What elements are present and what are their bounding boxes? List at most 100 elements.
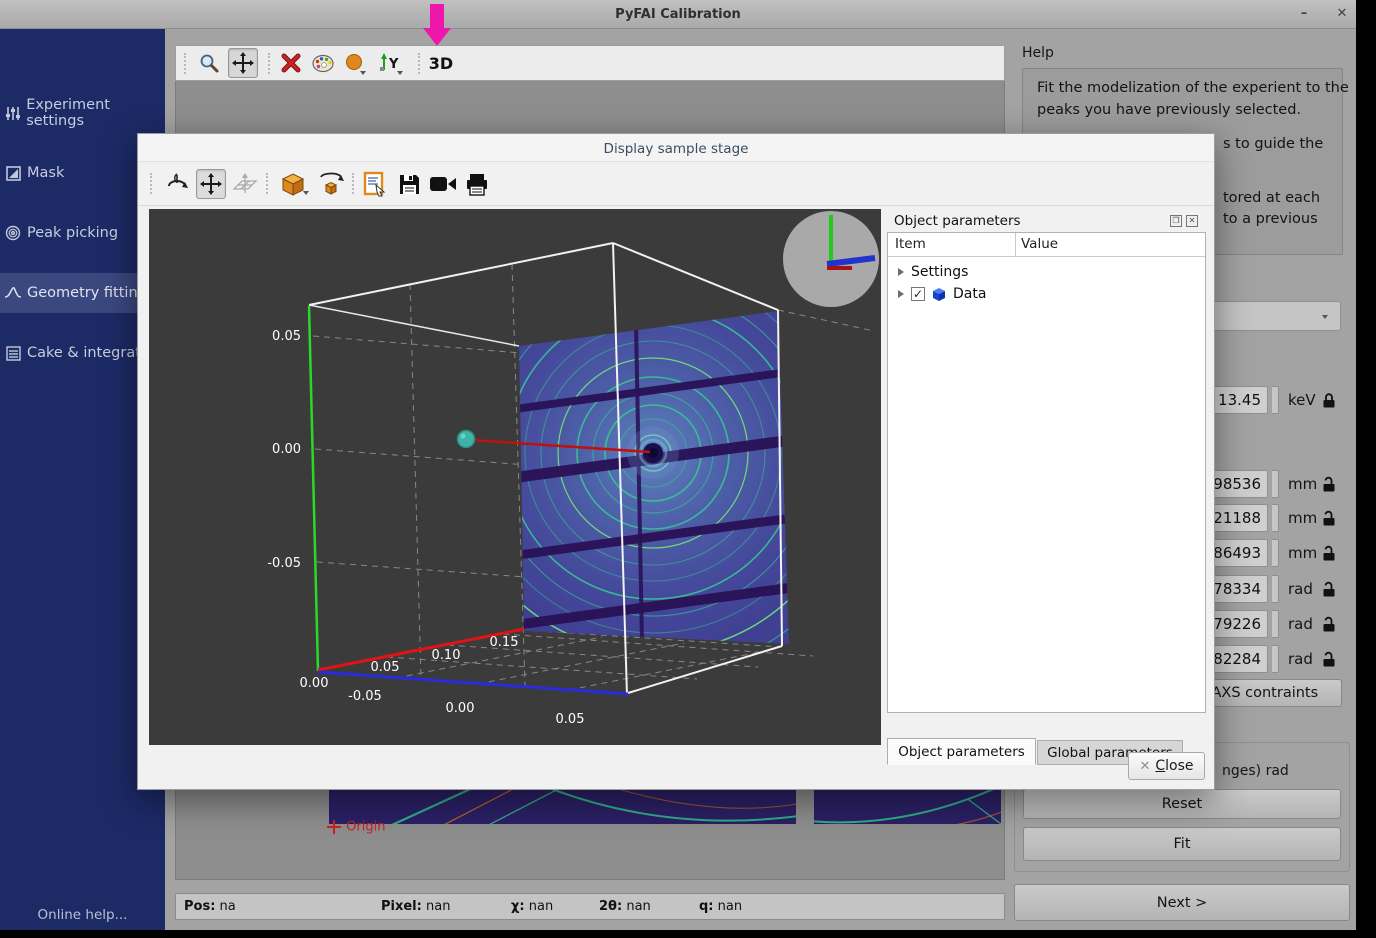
window-title: PyFAI Calibration xyxy=(0,0,1356,29)
float-panel-icon[interactable]: ❐ xyxy=(1170,215,1182,227)
param-unit: rad xyxy=(1288,615,1313,633)
pan-view-button[interactable] xyxy=(196,169,226,199)
x-tick: 0.10 xyxy=(432,648,461,663)
peak-rings-icon xyxy=(5,225,21,241)
status-pos: Pos: na xyxy=(184,899,236,914)
spinbox-sliver[interactable] xyxy=(1272,610,1279,638)
expander-icon[interactable] xyxy=(898,268,904,276)
close-panel-icon[interactable]: ✕ xyxy=(1186,215,1198,227)
data-checkbox[interactable]: ✓ xyxy=(911,287,925,301)
toolbar-handle xyxy=(150,173,152,194)
sidebar-item-experiment-settings[interactable]: Experiment settings xyxy=(0,93,165,133)
dialog-title: Display sample stage xyxy=(138,134,1214,162)
sidebar-item-label: Peak picking xyxy=(27,225,118,241)
diffraction-image-strip xyxy=(329,790,1001,824)
orientation-widget[interactable] xyxy=(783,211,879,307)
tree-row-data[interactable]: ✓ Data xyxy=(888,283,1205,305)
y-tick: 0.05 xyxy=(272,329,301,344)
rotate-icon xyxy=(165,172,189,196)
close-button[interactable]: ✕ xyxy=(1330,3,1354,25)
toolbar-handle xyxy=(352,173,354,194)
z-tick: 0.00 xyxy=(446,701,475,716)
print-button[interactable] xyxy=(462,169,492,199)
tree-row-label: Settings xyxy=(911,264,968,280)
spinbox-sliver[interactable] xyxy=(1272,386,1279,414)
save-button[interactable] xyxy=(394,169,424,199)
video-camera-icon xyxy=(429,175,457,193)
origin-label: Origin xyxy=(346,820,385,835)
rotate-view-button[interactable] xyxy=(162,169,192,199)
lock-open-icon[interactable] xyxy=(1322,581,1336,598)
lock-open-icon[interactable] xyxy=(1322,545,1336,562)
toolbar-handle xyxy=(266,173,268,194)
colormap-button[interactable] xyxy=(308,48,338,78)
mask-tool-button[interactable] xyxy=(340,48,370,78)
status-q: q: nan xyxy=(699,899,742,914)
column-item: Item xyxy=(895,236,926,252)
param-unit: mm xyxy=(1288,475,1317,493)
svg-text:Y: Y xyxy=(388,57,399,72)
parameters-table[interactable]: Item Value Settings ✓ Data xyxy=(887,232,1206,713)
online-help-link[interactable]: Online help... xyxy=(0,907,165,923)
column-divider[interactable] xyxy=(1015,233,1016,257)
spinbox-sliver[interactable] xyxy=(1272,645,1279,673)
spinbox-sliver[interactable] xyxy=(1272,539,1279,567)
mask-icon xyxy=(5,166,21,181)
energy-unit: keV xyxy=(1288,391,1316,409)
clear-button[interactable] xyxy=(276,48,306,78)
help-line: Fit the modelization of the experient to… xyxy=(1037,80,1349,96)
pan-button[interactable] xyxy=(228,48,258,78)
display-sample-stage-dialog: Display sample stage xyxy=(137,133,1215,790)
help-line-fragment: tored at each xyxy=(1223,190,1320,206)
lock-open-icon[interactable] xyxy=(1322,616,1336,633)
solid-cube-button[interactable] xyxy=(276,169,312,199)
3d-button[interactable]: 3D xyxy=(424,48,458,78)
dialog-close-button[interactable]: ✕ Close xyxy=(1128,752,1205,780)
z-tick: 0.05 xyxy=(556,712,585,727)
rad-fragment-label: nges) rad xyxy=(1222,763,1289,779)
zoom-button[interactable] xyxy=(194,48,224,78)
help-line-fragment: s to guide the xyxy=(1223,136,1323,152)
spinbox-sliver[interactable] xyxy=(1272,575,1279,603)
tab-object-parameters[interactable]: Object parameters xyxy=(887,738,1036,765)
minimize-button[interactable]: – xyxy=(1292,3,1316,25)
copy-snapshot-button[interactable] xyxy=(360,169,390,199)
status-2theta: 2θ: nan xyxy=(599,899,651,914)
y-tick: -0.05 xyxy=(267,556,301,571)
lock-open-icon[interactable] xyxy=(1322,476,1336,493)
lock-open-icon[interactable] xyxy=(1322,651,1336,668)
object-parameters-panel: Object parameters ❐ ✕ Item Value Setting… xyxy=(887,209,1206,749)
lock-open-icon[interactable] xyxy=(1322,510,1336,527)
tree-row-label: Data xyxy=(953,286,986,302)
record-video-button[interactable] xyxy=(426,169,460,199)
expander-icon[interactable] xyxy=(898,290,904,298)
y-axis-button[interactable]: Y xyxy=(376,48,406,78)
cake-layers-icon xyxy=(5,346,21,361)
param-unit: mm xyxy=(1288,509,1317,527)
y-tick: 0.00 xyxy=(272,442,301,457)
3d-scene[interactable]: 0.05 0.00 -0.05 0.00 0.05 0.10 0.15 -0.0… xyxy=(149,209,881,745)
plot-toolbar: Y 3D xyxy=(175,45,1005,81)
palette-icon xyxy=(311,52,335,74)
fit-button[interactable]: Fit xyxy=(1023,827,1341,861)
rotate-cube-button[interactable] xyxy=(316,169,346,199)
status-pixel: Pixel: nan xyxy=(381,899,450,914)
sidebar-item-label: Geometry fitting xyxy=(27,285,147,301)
tree-row-settings[interactable]: Settings xyxy=(888,261,1205,283)
plane-mode-button[interactable] xyxy=(230,169,260,199)
spinbox-sliver[interactable] xyxy=(1272,470,1279,498)
origin-marker: Origin xyxy=(326,819,385,835)
zoom-icon xyxy=(198,52,220,74)
lock-closed-icon[interactable] xyxy=(1322,392,1336,409)
reset-button[interactable]: Reset xyxy=(1023,789,1341,819)
z-tick: -0.05 xyxy=(348,689,382,704)
chevron-down-icon xyxy=(1322,315,1328,319)
help-title: Help xyxy=(1022,45,1054,61)
cube-rotate-icon xyxy=(318,171,344,197)
spinbox-sliver[interactable] xyxy=(1272,504,1279,532)
sidebar-item-label: Experiment settings xyxy=(26,97,165,129)
origin-tick: 0.00 xyxy=(300,676,329,691)
next-button[interactable]: Next > xyxy=(1014,884,1350,921)
toolbar-handle xyxy=(418,53,420,74)
cube-icon xyxy=(279,171,309,197)
